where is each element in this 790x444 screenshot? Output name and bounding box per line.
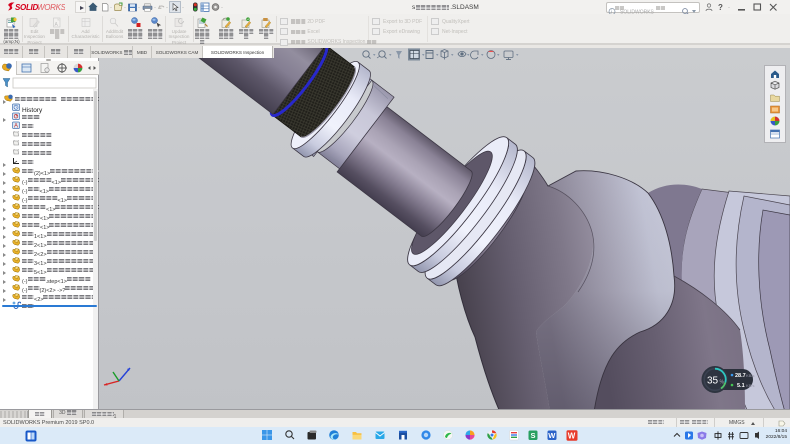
svg-text:·: · <box>110 5 112 11</box>
svg-text:SOLID: SOLID <box>15 3 38 12</box>
svg-text:35: 35 <box>707 376 719 387</box>
svg-text:S: S <box>531 431 536 440</box>
svg-text:·: · <box>728 5 730 11</box>
svg-text:·: · <box>182 5 184 11</box>
svg-text:%: % <box>720 380 725 386</box>
svg-text:KB/s: KB/s <box>746 373 754 378</box>
svg-text:W: W <box>568 432 576 441</box>
svg-text:W: W <box>548 431 556 440</box>
svg-text:·: · <box>221 5 223 11</box>
svg-text:WORKS: WORKS <box>37 3 65 12</box>
svg-text:·: · <box>124 5 126 11</box>
svg-text:?: ? <box>718 3 723 12</box>
svg-text:·: · <box>154 5 156 11</box>
svg-text:28.7: 28.7 <box>735 373 746 379</box>
svg-text:KB/s: KB/s <box>746 383 754 388</box>
svg-text:5.1: 5.1 <box>737 383 745 389</box>
svg-text:·: · <box>166 5 168 11</box>
svg-text:·: · <box>138 5 140 11</box>
